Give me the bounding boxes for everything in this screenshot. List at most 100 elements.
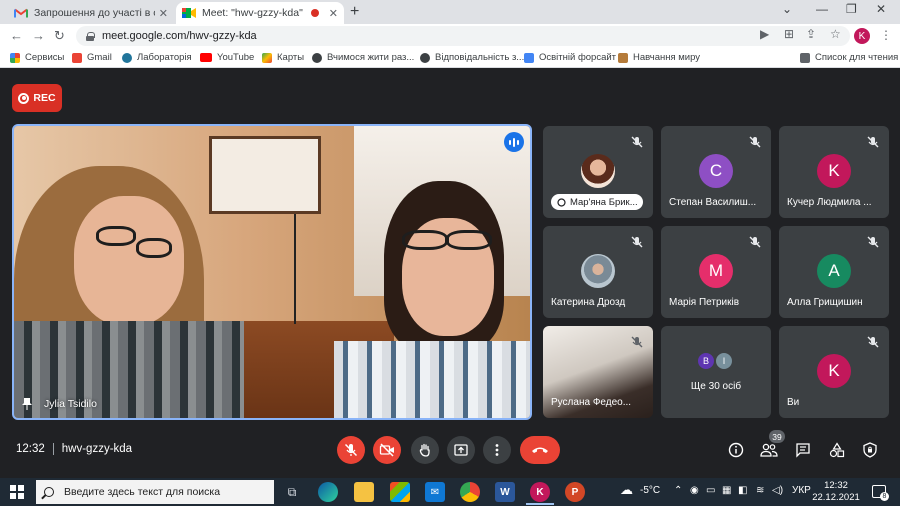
bookmark-services[interactable]: Сервисы [10,52,64,63]
reading-list[interactable]: Список для чтения [800,52,898,63]
participant-name: Руслана Федео... [551,397,632,408]
glasses [136,238,172,258]
volume-icon[interactable]: ◁) [772,485,783,496]
leave-call-button[interactable] [520,436,560,464]
camera-off-icon [379,443,394,457]
tray-app-icon[interactable]: ▦ [722,485,731,496]
recording-button[interactable]: REC [12,84,62,112]
participant-tile[interactable]: M Марія Петриків [661,226,771,318]
tray-app-icon[interactable]: ◧ [738,485,747,496]
profile-avatar[interactable]: K [854,28,870,44]
task-view-icon[interactable]: ⧉ [282,482,302,502]
notification-count-badge: 8 [880,492,889,501]
forward-icon[interactable]: → [32,28,45,43]
tab-meet[interactable]: Meet: "hwv-gzzy-kda" ✕ [176,2,344,24]
close-window-icon[interactable]: ✕ [876,2,886,16]
bookmark-peace-education[interactable]: Навчання миру [618,52,700,63]
input-language[interactable]: УКР [792,485,811,496]
bookmark-foresight[interactable]: Освітній форсайт [524,52,616,63]
network-icon[interactable]: ≋ [756,485,764,496]
close-tab-icon[interactable]: ✕ [159,7,168,20]
bookmark-gmail[interactable]: Gmail [72,52,112,63]
mic-off-icon [749,136,761,148]
active-app-indicator [526,503,554,505]
store-icon[interactable] [390,482,410,502]
lock-icon[interactable] [86,31,95,41]
present-screen-button[interactable] [447,436,475,464]
chat-icon [796,443,810,458]
shapes-icon [829,442,845,458]
share-icon[interactable]: ⇪ [806,27,816,41]
tab-gmail[interactable]: Запрошення до участі в освітн ✕ [8,2,174,24]
tray-app-icon[interactable]: ▭ [706,485,715,496]
participant-avatar: С [699,154,733,188]
weather-cloud-icon[interactable]: ☁ [620,482,633,498]
camera-in-use-icon[interactable]: ▶ [760,27,769,41]
tab-search-icon[interactable]: ⌄ [782,2,792,16]
participant-name: Кучер Людмила ... [787,197,872,208]
taskbar-search[interactable]: Введите здесь текст для поиска [36,480,274,504]
powerpoint-icon[interactable]: P [565,482,585,502]
file-explorer-icon[interactable] [354,482,374,502]
participant-tile[interactable]: Катерина Дрозд [543,226,653,318]
bookmark-vchymosia[interactable]: Вчимося жити раз... [312,52,414,63]
participant-name: Степан Василиш... [669,197,757,208]
taskbar-clock[interactable]: 12:32 22.12.2021 [812,480,860,504]
self-tile[interactable]: K Ви [779,326,889,418]
participant-tile[interactable]: K Кучер Людмила ... [779,126,889,218]
tray-chevron-icon[interactable]: ⌃ [674,485,682,496]
bookmark-youtube[interactable]: YouTube [200,52,254,63]
word-icon[interactable]: W [495,482,515,502]
tray-app-icon[interactable]: ◉ [690,485,699,496]
bookmark-star-icon[interactable]: ☆ [830,27,841,41]
participant-name: Марія Петриків [669,297,740,308]
participant-tile[interactable]: Руслана Федео... [543,326,653,418]
edge-icon[interactable] [318,482,338,502]
chrome-menu-icon[interactable]: ⋮ [880,28,892,42]
pin-icon[interactable] [22,398,32,410]
participants-button[interactable] [759,440,779,460]
maximize-icon[interactable]: ❐ [846,2,857,16]
microphone-toggle-button[interactable] [337,436,365,464]
bookmark-laboratory[interactable]: Лабораторія [122,52,192,63]
apps-grid-icon [10,52,20,63]
host-controls-button[interactable] [860,440,880,460]
chrome-profile-icon[interactable]: K [530,482,550,502]
participant-tile[interactable]: С Степан Василиш... [661,126,771,218]
participant-avatar: B [697,352,715,370]
meeting-info: 12:32 hwv-gzzy-kda [16,443,132,455]
pin-icon [557,197,566,207]
windows-start-icon[interactable] [10,485,24,499]
activities-button[interactable] [827,440,847,460]
participant-tile[interactable]: A Алла Грищишин [779,226,889,318]
glasses [446,230,492,250]
mic-off-icon [749,236,761,248]
bookmark-vidpovidalnist[interactable]: Відповідальність з... [420,52,524,63]
participant-tile[interactable]: Мар'яна Брик... [543,126,653,218]
clock-date: 22.12.2021 [812,492,860,503]
reload-icon[interactable]: ↻ [54,28,65,44]
raise-hand-button[interactable] [411,436,439,464]
address-bar[interactable]: meet.google.com/hwv-gzzy-kda [76,26,850,46]
record-icon [18,92,30,104]
minimize-icon[interactable]: — [816,2,828,16]
search-icon [44,487,54,497]
more-participants-tile[interactable]: B I Ще 30 осіб [661,326,771,418]
new-tab-icon[interactable]: + [350,3,359,21]
more-options-button[interactable] [483,436,511,464]
info-icon [728,442,744,458]
chrome-icon[interactable] [460,482,480,502]
weather-temperature[interactable]: -5°C [640,485,660,496]
back-icon[interactable]: ← [10,28,23,43]
translate-icon[interactable]: ⊞ [784,27,794,41]
chat-button[interactable] [793,440,813,460]
mail-icon[interactable]: ✉ [425,482,445,502]
youtube-icon [200,53,212,62]
close-tab-icon[interactable]: ✕ [329,7,338,20]
bookmark-maps[interactable]: Карты [262,52,304,63]
camera-toggle-button[interactable] [373,436,401,464]
main-speaker-video[interactable]: Jylia Tsidilo [12,124,532,420]
meeting-details-button[interactable] [726,440,746,460]
wordpress-icon [122,52,132,63]
more-vert-icon [495,444,499,456]
